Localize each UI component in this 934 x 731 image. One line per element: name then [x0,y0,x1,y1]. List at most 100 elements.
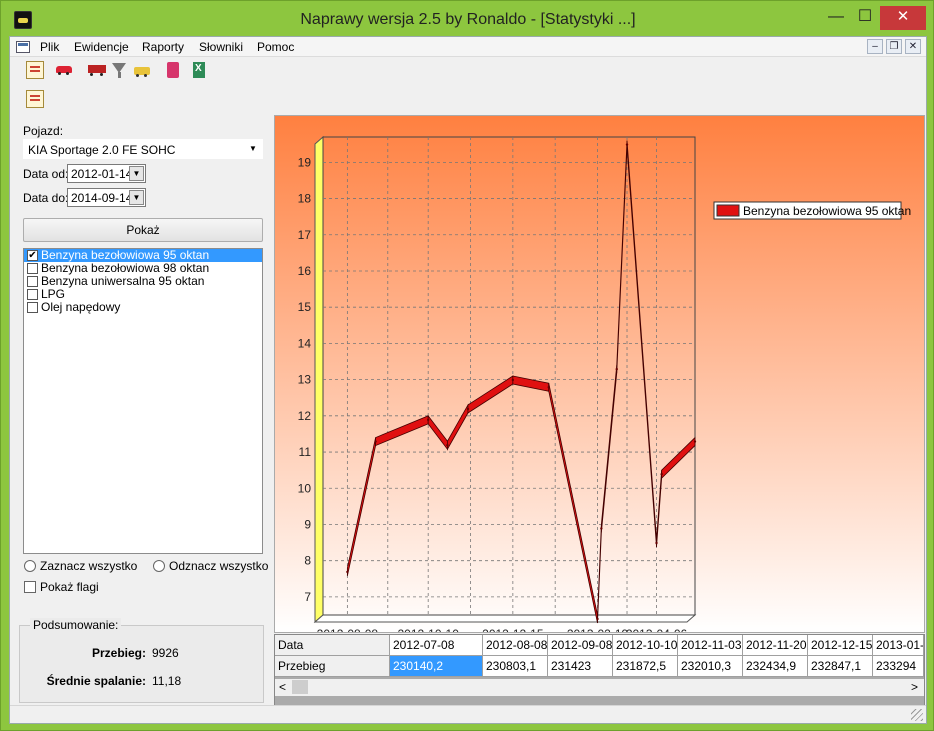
table-row: Data 2012-07-08 2012-08-08 2012-09-08 20… [275,635,926,656]
table-cell[interactable]: 2012-07-08 [390,635,483,656]
legend-label: Benzyna bezołowiowa 95 oktan [743,204,911,218]
chevron-down-icon[interactable]: ▼ [129,166,144,181]
checkbox[interactable] [27,302,38,313]
vehicle-value: KIA Sportage 2.0 FE SOHC [28,143,176,157]
table-cell[interactable]: 2012-09-08 [548,635,613,656]
y-tick-label: 8 [304,554,311,568]
child-restore-button[interactable]: ❐ [886,39,902,54]
data-point [511,378,515,382]
list-item-label: Benzyna bezołowiowa 98 oktan [41,261,210,275]
vehicle-select[interactable]: KIA Sportage 2.0 FE SOHC ▼ [23,139,263,159]
x-tick-label: 2012-08-08 [317,627,379,632]
child-minimize-button[interactable]: – [867,39,883,54]
checkbox[interactable] [27,263,38,274]
x-tick-label: 2013-04-06 [626,627,688,632]
table-cell[interactable]: 2013-01-2 [873,635,924,656]
close-button[interactable]: ✕ [880,6,926,30]
table-cell[interactable]: 2012-12-15 [808,635,873,656]
select-all-radio[interactable] [24,560,36,572]
excel-icon[interactable] [190,61,208,79]
fuel-type-list[interactable]: ✔ Benzyna bezołowiowa 95 oktan Benzyna b… [23,248,263,554]
calculator-icon[interactable] [164,61,182,79]
chevron-down-icon[interactable]: ▼ [246,142,260,156]
legend-swatch [716,204,740,217]
child-close-button[interactable]: ✕ [905,39,921,54]
x-tick-label: 2012-10-10 [397,627,459,632]
date-to-value: 2014-09-14 [71,191,133,205]
scroll-thumb[interactable] [292,680,308,694]
show-flags-label[interactable]: Pokaż flagi [40,580,99,594]
maximize-button[interactable]: ☐ [851,6,879,30]
chevron-down-icon[interactable]: ▼ [129,190,144,205]
table-cell[interactable]: 231872,5 [613,656,678,677]
menu-plik[interactable]: Plik [40,40,59,54]
date-to-picker[interactable]: 2014-09-14 ▼ [67,188,146,207]
mdi-client: Plik Ewidencje Raporty Słowniki Pomoc – … [9,36,927,724]
table-cell[interactable]: 232434,9 [743,656,808,677]
table-cell[interactable]: 2012-11-03 [678,635,743,656]
list-item[interactable]: Olej napędowy [24,301,262,314]
table-cell[interactable]: 2012-08-08 [483,635,548,656]
y-tick-label: 15 [298,300,312,314]
resize-grip[interactable] [911,709,923,721]
filter-icon[interactable] [110,61,128,79]
menu-slowniki[interactable]: Słowniki [199,40,243,54]
checkbox[interactable] [27,276,38,287]
menu-raporty[interactable]: Raporty [142,40,184,54]
date-from-value: 2012-01-14 [71,167,133,181]
truck-icon[interactable] [88,61,106,79]
data-point [625,143,629,146]
horizontal-scrollbar[interactable]: < > [275,679,924,696]
vehicle-label: Pojazd: [23,124,64,138]
date-to-label: Data do: [23,191,69,205]
document-icon[interactable] [16,41,30,53]
toolbar [10,58,926,82]
deselect-all-label[interactable]: Odznacz wszystko [169,559,268,573]
data-point [615,367,618,371]
main-window: Naprawy wersja 2.5 by Ronaldo - [Statyst… [0,0,934,731]
report-icon[interactable] [26,90,44,108]
y-tick-label: 19 [298,155,312,169]
data-point [660,472,663,476]
checkbox[interactable]: ✔ [27,250,38,261]
list-item-label: Benzyna uniwersalna 95 oktan [41,274,205,288]
data-point [693,440,697,443]
data-point [374,440,377,443]
car-icon[interactable] [55,61,73,79]
table-cell[interactable]: 2012-10-10 [613,635,678,656]
table-cell[interactable]: 2012-11-20 [743,635,808,656]
menu-pomoc[interactable]: Pomoc [257,40,294,54]
row-header-date: Data [275,635,390,656]
scroll-left-icon[interactable]: < [279,680,286,694]
table-cell[interactable]: 230140,2 [390,656,483,677]
show-flags-checkbox[interactable] [24,581,36,593]
table-cell[interactable]: 232847,1 [808,656,873,677]
summary-legend: Podsumowanie: [30,618,122,632]
deselect-all-radio[interactable] [153,560,165,572]
date-from-picker[interactable]: 2012-01-14 ▼ [67,164,146,183]
checkbox[interactable] [27,289,38,300]
minimize-button[interactable]: — [821,6,851,30]
menu-ewidencje[interactable]: Ewidencje [74,40,129,54]
fuel-consumption-chart: 7 8 9 10 11 12 13 14 15 16 17 18 19 2012-08-08 2012-10… [275,116,924,632]
chart-panel: 7 8 9 10 11 12 13 14 15 16 17 18 19 2012-08-08 2012-10… [274,115,925,633]
date-from-label: Data od: [23,167,69,181]
show-button[interactable]: Pokaż [23,218,263,242]
table-cell[interactable]: 230803,1 [483,656,548,677]
list-item-label: Olej napędowy [41,300,121,314]
y-tick-label: 12 [298,409,312,423]
select-all-label[interactable]: Zaznacz wszystko [40,559,137,573]
data-point [346,570,349,574]
scroll-right-icon[interactable]: > [911,680,918,694]
y-tick-label: 16 [298,264,312,278]
mileage-label: Przebieg: [91,646,146,660]
row-header-mileage: Przebieg [275,656,390,677]
y-tick-label: 13 [298,373,312,387]
table-cell[interactable]: 232010,3 [678,656,743,677]
y-tick-label: 10 [298,481,312,495]
fuel-icon[interactable] [133,61,151,79]
table-cell[interactable]: 233294 [873,656,924,677]
report-icon[interactable] [26,61,44,79]
table-cell[interactable]: 231423 [548,656,613,677]
y-tick-label: 11 [299,445,312,459]
